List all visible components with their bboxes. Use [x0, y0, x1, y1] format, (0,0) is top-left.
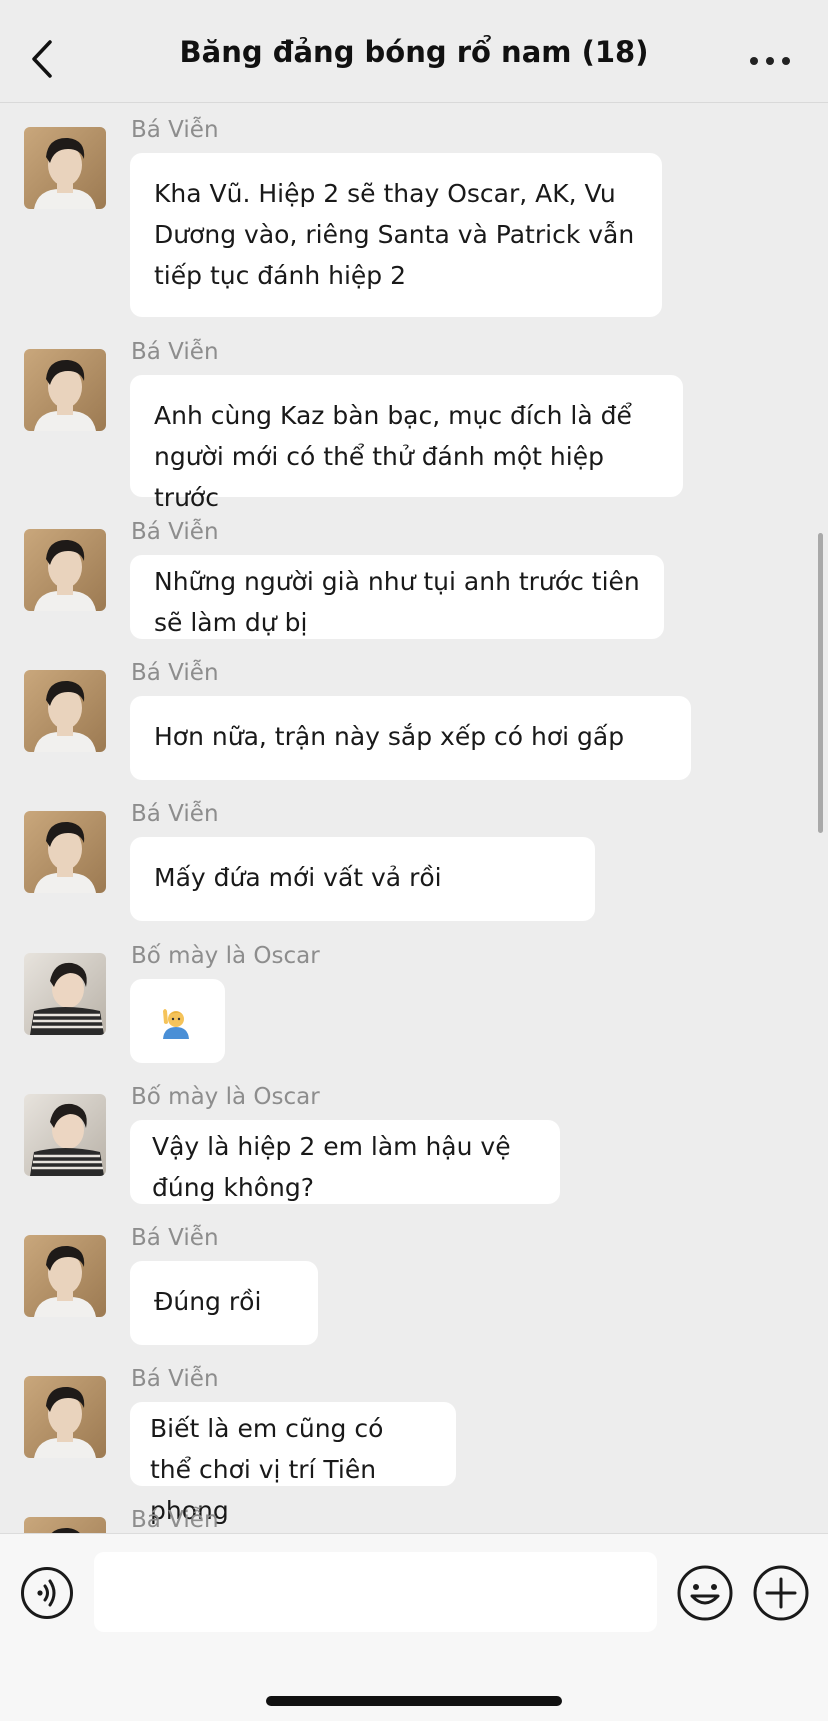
voice-icon [21, 1567, 73, 1619]
emoji-icon [677, 1565, 733, 1621]
avatar[interactable] [24, 1376, 106, 1458]
sender-name: Bá Viễn [131, 660, 219, 686]
chat-header: Băng đảng bóng rổ nam (18) [0, 0, 828, 103]
avatar[interactable] [24, 349, 106, 431]
avatar[interactable] [24, 1517, 106, 1533]
message-bubble[interactable]: Kha Vũ. Hiệp 2 sẽ thay Oscar, AK, Vu Dươ… [130, 153, 662, 317]
avatar[interactable] [24, 670, 106, 752]
message-bubble[interactable]: Những người già như tụi anh trước tiên s… [130, 555, 664, 639]
raising-hand-emoji [163, 1009, 189, 1039]
sender-name: Bá Viễn [131, 1366, 219, 1392]
sender-name: Bá Viễn [131, 1507, 219, 1533]
sender-name: Bố mày là Oscar [131, 1084, 320, 1110]
plus-button[interactable] [752, 1564, 810, 1622]
emoji-button[interactable] [676, 1564, 734, 1622]
message-bubble[interactable]: Anh cùng Kaz bàn bạc, mục đích là để ngư… [130, 375, 683, 512]
sender-name: Bá Viễn [131, 339, 219, 365]
sender-name: Bá Viễn [131, 519, 219, 545]
message-bubble[interactable]: Biết là em cũng có thể chơi vị trí Tiên … [130, 1402, 456, 1525]
avatar[interactable] [24, 1094, 106, 1176]
chevron-left-icon [32, 40, 52, 78]
message-input[interactable] [94, 1552, 657, 1632]
message-bubble[interactable]: Mấy đứa mới vất vả rồi [130, 837, 595, 921]
more-dots-icon [750, 57, 758, 65]
more-options-button[interactable] [740, 40, 800, 80]
back-button[interactable] [22, 30, 66, 88]
message-bubble[interactable]: Đúng rồi [130, 1261, 318, 1345]
input-bar [0, 1533, 828, 1721]
chat-title: Băng đảng bóng rổ nam (18) [179, 35, 649, 69]
sender-name: Bá Viễn [131, 801, 219, 827]
message-list[interactable]: Bá Viễn Kha Vũ. Hiệp 2 sẽ thay Oscar, AK… [0, 103, 828, 1533]
message-bubble[interactable]: Hơn nữa, trận này sắp xếp có hơi gấp [130, 696, 691, 780]
avatar[interactable] [24, 529, 106, 611]
scrollbar[interactable] [818, 533, 823, 833]
home-indicator [266, 1696, 562, 1706]
voice-button[interactable] [20, 1566, 74, 1620]
avatar[interactable] [24, 1235, 106, 1317]
avatar[interactable] [24, 127, 106, 209]
avatar[interactable] [24, 953, 106, 1035]
sender-name: Bá Viễn [131, 1225, 219, 1251]
avatar[interactable] [24, 811, 106, 893]
message-bubble[interactable] [130, 979, 225, 1063]
plus-icon [753, 1565, 809, 1621]
sender-name: Bá Viễn [131, 117, 219, 143]
message-bubble[interactable]: Vậy là hiệp 2 em làm hậu vệ đúng không? [130, 1120, 560, 1204]
sender-name: Bố mày là Oscar [131, 943, 320, 969]
